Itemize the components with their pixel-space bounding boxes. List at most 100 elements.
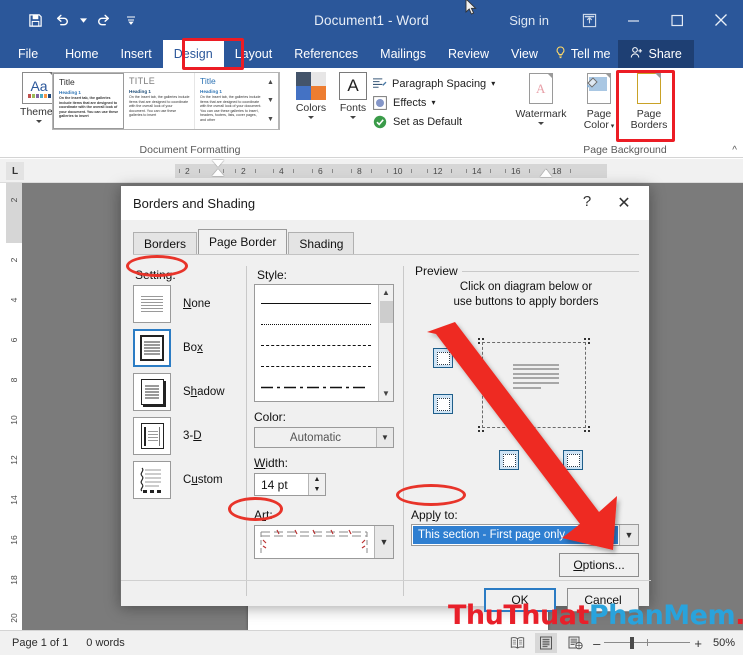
tab-layout[interactable]: Layout <box>224 40 284 68</box>
setting-option-3d[interactable]: 3-D <box>133 414 238 458</box>
tab-references[interactable]: References <box>283 40 369 68</box>
setting-option-none[interactable]: None <box>133 282 238 326</box>
style-scrollbar[interactable]: ▲ ▼ <box>378 285 393 401</box>
art-chevron-down-icon[interactable]: ▼ <box>374 526 393 558</box>
minimize-icon[interactable] <box>611 0 655 40</box>
read-mode-icon[interactable] <box>506 633 528 653</box>
border-button-right[interactable] <box>563 450 583 470</box>
zoom-out-button[interactable]: – <box>593 636 600 651</box>
style-option-dash-dot[interactable] <box>261 377 387 398</box>
horizontal-ruler[interactable]: L 2 2 4 6 8 10 12 14 16 18 <box>0 159 743 183</box>
effects-icon <box>372 95 388 110</box>
word-count[interactable]: 0 words <box>86 637 125 649</box>
scroll-down-icon[interactable]: ▼ <box>379 386 393 401</box>
help-icon[interactable]: ? <box>577 193 597 210</box>
sign-in-link[interactable]: Sign in <box>509 13 549 28</box>
vertical-ruler[interactable]: 2 2 4 6 8 10 12 14 16 18 20 <box>6 183 22 630</box>
ruler-number: 18 <box>552 166 562 176</box>
fonts-dropdown-icon[interactable] <box>350 116 356 119</box>
close-icon[interactable] <box>699 0 743 40</box>
scroll-up-icon[interactable]: ▲ <box>379 285 393 300</box>
spinner-up-icon[interactable]: ▲ <box>309 474 325 485</box>
style-option-dotted[interactable] <box>261 314 387 335</box>
watermark-button[interactable]: A Watermark <box>515 72 567 136</box>
themes-dropdown-icon[interactable] <box>36 120 42 123</box>
zoom-track[interactable] <box>604 637 691 649</box>
paragraph-spacing-dropdown-icon[interactable]: ▾ <box>491 79 495 88</box>
collapse-ribbon-icon[interactable]: ^ <box>732 145 737 156</box>
setting-option-shadow[interactable]: Shadow <box>133 370 238 414</box>
gallery-scroll-buttons[interactable]: ▲ ▼ ▼ <box>263 72 279 130</box>
zoom-thumb[interactable] <box>630 637 635 649</box>
gallery-item[interactable]: Title Heading 1 On the Insert tab, the g… <box>195 73 266 129</box>
hanging-indent-marker[interactable] <box>212 169 224 176</box>
effects-dropdown-icon[interactable]: ▾ <box>431 98 435 107</box>
preview-page-diagram[interactable] <box>478 338 590 432</box>
watermark-dropdown-icon[interactable] <box>538 122 544 125</box>
zoom-level[interactable]: 50% <box>709 637 735 649</box>
set-as-default-button[interactable]: Set as Default <box>372 112 482 131</box>
chevron-down-icon[interactable]: ▼ <box>376 428 393 447</box>
tab-review[interactable]: Review <box>437 40 500 68</box>
page-color-dropdown-icon[interactable]: ▾ <box>609 123 615 130</box>
style-option-dashed-small[interactable] <box>261 335 387 356</box>
apply-to-dropdown[interactable]: This section - First page only ▼ <box>411 524 639 546</box>
gallery-item[interactable]: Title Heading 1 On the Insert tab, the g… <box>53 73 124 129</box>
dialog-close-icon[interactable]: ✕ <box>609 191 639 215</box>
paragraph-spacing-button[interactable]: Paragraph Spacing ▾ <box>372 74 495 93</box>
border-button-bottom[interactable] <box>433 394 453 414</box>
colors-button[interactable]: Colors <box>290 72 332 134</box>
gallery-scroll-up-icon[interactable]: ▲ <box>267 79 274 86</box>
spinner-down-icon[interactable]: ▼ <box>309 485 325 496</box>
tab-file[interactable]: File <box>0 40 54 68</box>
zoom-in-button[interactable]: + <box>694 636 702 651</box>
setting-option-custom[interactable]: Custom <box>133 458 238 502</box>
tab-stop-selector[interactable]: L <box>6 162 24 180</box>
ruler-number: 4 <box>279 166 284 176</box>
zoom-slider[interactable]: – + <box>593 636 702 651</box>
dialog-tab-shading[interactable]: Shading <box>288 232 355 254</box>
share-button[interactable]: Share <box>618 40 694 68</box>
setting-option-box[interactable]: Box <box>133 326 238 370</box>
gallery-more-icon[interactable]: ▼ <box>267 116 274 123</box>
apply-to-chevron-down-icon[interactable]: ▼ <box>619 525 638 545</box>
color-dropdown[interactable]: Automatic ▼ <box>254 427 394 448</box>
style-set-gallery[interactable]: Title Heading 1 On the Insert tab, the g… <box>52 72 280 130</box>
check-circle-icon <box>372 115 388 129</box>
width-spinner[interactable]: 14 pt ▲ ▼ <box>254 473 326 496</box>
web-layout-icon[interactable] <box>564 633 586 653</box>
page-borders-button[interactable]: Page Borders <box>623 72 675 136</box>
page-indicator[interactable]: Page 1 of 1 <box>12 637 68 649</box>
dialog-tab-borders[interactable]: Borders <box>133 232 198 254</box>
tab-mailings[interactable]: Mailings <box>369 40 437 68</box>
ribbon-display-options-icon[interactable] <box>567 0 611 40</box>
tab-design[interactable]: Design <box>162 40 224 68</box>
gallery-item[interactable]: TITLE Heading 1 On the Insert tab, the g… <box>124 73 195 129</box>
style-option-solid[interactable] <box>261 293 387 314</box>
options-button[interactable]: Options... <box>559 553 639 577</box>
colors-dropdown-icon[interactable] <box>308 116 314 119</box>
ruler-number: 6 <box>318 166 323 176</box>
effects-button[interactable]: Effects ▾ <box>372 93 482 112</box>
print-layout-icon[interactable] <box>535 633 558 653</box>
fonts-button[interactable]: A Fonts <box>332 72 374 134</box>
page-color-button[interactable]: Page Color ▾ <box>573 72 625 136</box>
tab-insert[interactable]: Insert <box>110 40 163 68</box>
right-indent-marker[interactable] <box>540 169 552 177</box>
maximize-icon[interactable] <box>655 0 699 40</box>
tell-me-box[interactable]: Tell me <box>555 46 610 62</box>
dialog-tab-page-border[interactable]: Page Border <box>198 229 288 254</box>
gallery-scroll-down-icon[interactable]: ▼ <box>267 97 274 104</box>
border-button-top[interactable] <box>433 348 453 368</box>
watermark-label: Watermark <box>515 108 567 120</box>
style-option-dashed-large[interactable] <box>261 356 387 377</box>
width-spinner-buttons[interactable]: ▲ ▼ <box>308 474 325 495</box>
scrollbar-thumb[interactable] <box>380 301 393 323</box>
art-dropdown[interactable]: ▼ <box>254 525 394 559</box>
style-listbox[interactable]: ▲ ▼ <box>254 284 394 402</box>
first-line-indent-marker[interactable] <box>212 160 224 167</box>
border-button-left[interactable] <box>499 450 519 470</box>
tab-view[interactable]: View <box>500 40 549 68</box>
tab-home[interactable]: Home <box>54 40 109 68</box>
preview-diagram-area[interactable] <box>411 270 639 500</box>
